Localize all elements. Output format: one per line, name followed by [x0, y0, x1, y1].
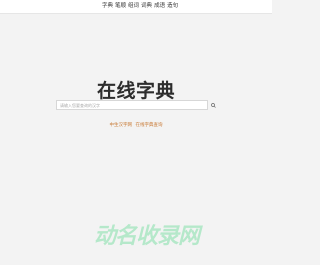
footer-links: 中生汉字网 在线字典查询	[0, 122, 272, 128]
link-online-dictionary[interactable]: 在线字典查询	[135, 123, 162, 128]
nav-item-zuci[interactable]: 组词	[128, 2, 139, 10]
page-title: 在线字典	[96, 80, 175, 102]
nav-item-zaoju[interactable]: 造句	[167, 2, 178, 10]
nav-item-zidian[interactable]: 字典	[102, 2, 113, 10]
link-site[interactable]: 中生汉字网	[110, 123, 133, 128]
page: 字典 笔顺 组词 词典 成语 造句 在线字典 中生汉字网 在线字典查询 动名收录…	[0, 0, 272, 265]
search-button[interactable]	[209, 101, 217, 109]
watermark-text: 动名收录网	[94, 224, 200, 249]
search-icon	[210, 102, 216, 108]
top-nav: 字典 笔顺 组词 词典 成语 造句	[102, 2, 178, 10]
nav-item-chengyu[interactable]: 成语	[154, 2, 165, 10]
watermark-logo: 动名收录网	[94, 224, 200, 249]
top-nav-bar: 字典 笔顺 组词 词典 成语 造句	[0, 0, 272, 14]
search-input[interactable]	[60, 101, 200, 109]
search-box[interactable]	[56, 100, 208, 110]
nav-item-cidian[interactable]: 词典	[141, 2, 152, 10]
nav-item-bishun[interactable]: 笔顺	[115, 2, 126, 10]
